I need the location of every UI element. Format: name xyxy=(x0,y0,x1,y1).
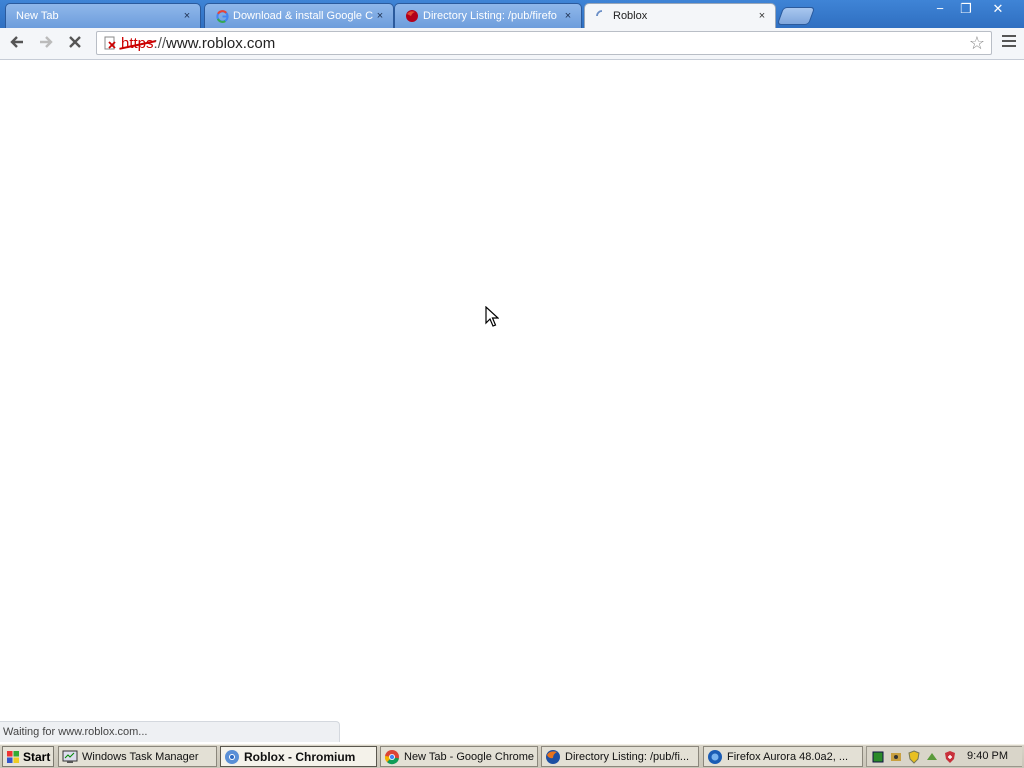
network-icon[interactable] xyxy=(871,750,885,764)
restore-button[interactable]: ❐ xyxy=(953,1,979,17)
task-label: Roblox - Chromium xyxy=(244,749,356,764)
task-manager-icon xyxy=(62,750,78,763)
forward-button[interactable] xyxy=(35,33,57,55)
tab-title: Download & install Google Ch xyxy=(233,10,373,22)
tab-close-icon[interactable]: × xyxy=(180,9,194,23)
tab-title: New Tab xyxy=(16,10,59,22)
taskbar-item-task-manager[interactable]: Windows Task Manager xyxy=(58,746,217,767)
start-button[interactable]: Start xyxy=(2,746,54,767)
bookmark-star-icon[interactable]: ☆ xyxy=(969,33,985,54)
title-bar: New Tab × Download & install Google Ch ×… xyxy=(0,0,1024,28)
insecure-page-icon[interactable] xyxy=(103,35,119,51)
status-bubble: Waiting for www.roblox.com... xyxy=(0,721,340,742)
taskbar-clock[interactable]: 9:40 PM xyxy=(967,750,1008,762)
stop-loading-button[interactable] xyxy=(64,33,86,55)
chromium-icon xyxy=(225,749,239,764)
tab-close-icon[interactable]: × xyxy=(561,9,575,23)
firefox-icon xyxy=(546,749,560,764)
security-shield-icon[interactable] xyxy=(907,749,921,764)
browser-toolbar: https :// www.roblox.com ☆ xyxy=(0,28,1024,60)
address-bar[interactable]: https :// www.roblox.com ☆ xyxy=(96,31,992,55)
tab-directory-listing[interactable]: Directory Listing: /pub/firefo × xyxy=(394,3,582,28)
taskbar-item-directory-listing[interactable]: Directory Listing: /pub/fi... xyxy=(541,746,699,767)
task-label: New Tab - Google Chrome xyxy=(404,750,535,763)
start-label: Start xyxy=(23,749,51,764)
tray-app-icon[interactable] xyxy=(889,750,903,764)
taskbar-item-firefox-aurora[interactable]: Firefox Aurora 48.0a2, ... xyxy=(703,746,863,767)
back-arrow-icon xyxy=(10,36,23,48)
taskbar-item-google-chrome[interactable]: New Tab - Google Chrome xyxy=(380,746,538,767)
close-window-button[interactable]: ✕ xyxy=(985,1,1011,17)
loading-spinner-icon xyxy=(595,9,609,23)
antivirus-shield-icon[interactable] xyxy=(943,750,957,764)
task-label: Windows Task Manager xyxy=(82,750,199,763)
tab-title: Roblox xyxy=(613,10,648,22)
mouse-cursor-icon xyxy=(485,306,499,327)
firefox-aurora-icon xyxy=(708,749,722,764)
tab-google-chrome-download[interactable]: Download & install Google Ch × xyxy=(204,3,394,28)
tab-roblox[interactable]: Roblox × xyxy=(584,3,776,28)
stop-x-icon xyxy=(69,36,81,48)
url-scheme: https xyxy=(121,34,154,52)
page-content xyxy=(0,60,1024,744)
menu-bar-icon xyxy=(1002,35,1016,37)
menu-button[interactable] xyxy=(1002,35,1016,50)
taskbar-item-roblox-chromium[interactable]: Roblox - Chromium xyxy=(220,746,377,767)
tab-close-icon[interactable]: × xyxy=(755,9,769,23)
windows-flag-icon xyxy=(7,750,19,763)
tab-title: Directory Listing: /pub/firefo xyxy=(423,10,557,22)
url-host: www.roblox.com xyxy=(166,34,276,52)
system-tray: 9:40 PM xyxy=(866,746,1022,767)
forward-arrow-icon xyxy=(40,36,53,48)
tab-close-icon[interactable]: × xyxy=(373,9,387,23)
minimize-button[interactable]: − xyxy=(927,1,953,17)
tab-new-tab[interactable]: New Tab × xyxy=(5,3,201,28)
task-label: Directory Listing: /pub/fi... xyxy=(565,750,690,763)
url-separator: :// xyxy=(153,34,167,52)
back-button[interactable] xyxy=(6,33,28,55)
menu-bar-icon xyxy=(1002,45,1016,47)
tray-update-icon[interactable] xyxy=(925,750,939,764)
google-icon xyxy=(215,9,229,23)
taskbar: Start Windows Task Manager Roblox - Chro… xyxy=(0,744,1024,768)
menu-bar-icon xyxy=(1002,40,1016,42)
firefox-icon xyxy=(405,9,419,23)
chrome-icon xyxy=(384,749,399,764)
new-tab-button[interactable] xyxy=(776,7,816,25)
task-label: Firefox Aurora 48.0a2, ... xyxy=(727,750,849,763)
